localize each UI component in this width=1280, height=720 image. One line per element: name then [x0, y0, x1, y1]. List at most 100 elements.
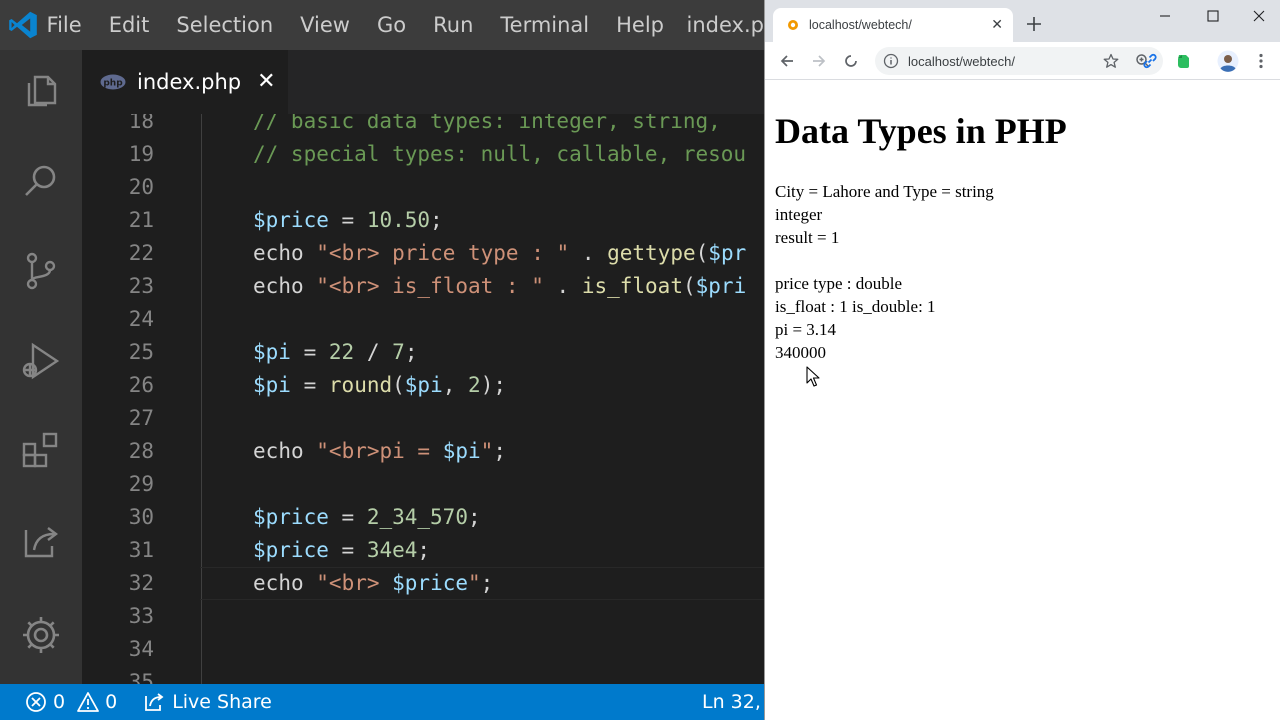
cursor-position[interactable]: Ln 32, C — [702, 684, 764, 720]
explorer-icon[interactable] — [16, 66, 66, 116]
code-text: // basic data types: integer, string, — [253, 114, 734, 133]
code-line[interactable]: 29 — [82, 468, 764, 501]
browser-tab-title: localhost/webtech/ — [809, 18, 912, 32]
code-line[interactable]: 26 $pi = round($pi, 2); — [82, 369, 764, 402]
line-number: 33 — [128, 604, 154, 628]
menu-item[interactable]: Run — [420, 0, 487, 50]
code-editor[interactable]: 18// basic data types: integer, string, … — [82, 114, 764, 684]
window-close-icon[interactable] — [1249, 6, 1269, 26]
menu-item[interactable]: File — [47, 0, 96, 50]
code-text: echo "<br> price type : " . gettype($pr — [253, 241, 747, 265]
line-number: 22 — [128, 241, 154, 265]
code-text: $price = 10.50; — [253, 208, 443, 232]
tab-index-php[interactable]: php index.php ✕ — [82, 50, 288, 114]
browser-window: localhost/webtech/ ✕ localhost/webtech/ … — [764, 0, 1280, 720]
browser-tab-close-icon[interactable]: ✕ — [991, 18, 1003, 32]
line-number: 30 — [128, 505, 154, 529]
menu-item[interactable]: Terminal — [487, 0, 603, 50]
php-file-icon: php — [100, 74, 126, 90]
evernote-extension-icon[interactable] — [1173, 51, 1193, 71]
live-share-button[interactable]: Live Share — [143, 684, 272, 720]
settings-gear-icon[interactable] — [16, 610, 66, 660]
title-bar: File Edit Selection View Go Run Terminal Help i… — [0, 0, 764, 50]
loading-stop-icon[interactable] — [841, 51, 861, 71]
menu-item[interactable]: Help — [603, 0, 678, 50]
code-line[interactable]: 25 $pi = 22 / 7; — [82, 336, 764, 369]
search-icon[interactable] — [16, 156, 66, 206]
line-number: 21 — [128, 208, 154, 232]
line-number: 28 — [128, 439, 154, 463]
menu-item[interactable]: Selection — [163, 0, 287, 50]
menu-item[interactable]: View — [287, 0, 364, 50]
editor-tab-bar: php index.php ✕ — [82, 50, 764, 114]
activity-bar — [0, 50, 82, 684]
line-number: 25 — [128, 340, 154, 364]
line-number: 29 — [128, 472, 154, 496]
maximize-icon[interactable] — [1203, 6, 1223, 26]
code-line[interactable]: 18 // basic data types: integer, string, — [82, 114, 764, 138]
code-text: $price = 34e4; — [253, 538, 431, 562]
code-text: echo "<br> is_float : " . is_float($pri — [253, 274, 747, 298]
code-line[interactable]: 27 — [82, 402, 764, 435]
code-line[interactable]: 35 — [82, 666, 764, 684]
output-line: result = 1 — [775, 228, 840, 247]
kebab-menu-icon[interactable] — [1251, 51, 1271, 71]
line-number: 23 — [128, 274, 154, 298]
menu-item[interactable]: Go — [363, 0, 419, 50]
line-number: 26 — [128, 373, 154, 397]
problems-indicator[interactable]: 0 0 — [25, 684, 117, 720]
back-arrow-icon[interactable] — [777, 51, 797, 71]
code-line[interactable]: 32 echo "<br> $price"; — [82, 567, 764, 600]
code-line[interactable]: 20 — [82, 171, 764, 204]
output-line: integer — [775, 205, 823, 224]
code-line[interactable]: 21 $price = 10.50; — [82, 204, 764, 237]
run-debug-icon[interactable] — [16, 336, 66, 386]
php-icon-text: php — [103, 79, 123, 89]
code-text: $pi = round($pi, 2); — [253, 373, 506, 397]
output-line: is_float : 1 is_double: 1 — [775, 297, 936, 316]
link-extension-icon[interactable] — [1140, 51, 1160, 71]
line-number: 35 — [128, 670, 154, 684]
code-line[interactable]: 19 // special types: null, callable, reso… — [82, 138, 764, 171]
code-line[interactable]: 30 $price = 2_34_570; — [82, 501, 764, 534]
tab-close-icon[interactable]: ✕ — [257, 71, 275, 93]
window-title: index.p — [686, 13, 764, 37]
live-share-icon[interactable] — [16, 516, 66, 566]
vscode-window: File Edit Selection View Go Run Terminal Help i… — [0, 0, 764, 720]
line-number: 18 — [128, 114, 154, 133]
line-number: 24 — [128, 307, 154, 331]
code-line[interactable]: 28 echo "<br>pi = $pi"; — [82, 435, 764, 468]
tab-label: index.php — [137, 70, 242, 94]
line-number: 32 — [128, 571, 154, 595]
tab-favicon-icon — [788, 20, 798, 30]
browser-tab[interactable]: localhost/webtech/ ✕ — [773, 8, 1013, 42]
forward-arrow-icon[interactable] — [809, 51, 829, 71]
live-share-label: Live Share — [172, 691, 272, 713]
code-line[interactable]: 22 echo "<br> price type : " . gettype($p… — [82, 237, 764, 270]
source-control-icon[interactable] — [16, 246, 66, 296]
minimize-icon[interactable] — [1155, 6, 1175, 26]
page-heading: Data Types in PHP — [775, 111, 1067, 151]
mouse-cursor-icon — [806, 366, 820, 387]
output-line: 340000 — [775, 343, 826, 362]
extensions-icon[interactable] — [16, 426, 66, 476]
code-line[interactable]: 34 — [82, 633, 764, 666]
bookmark-star-icon[interactable] — [1101, 51, 1121, 71]
output-line: pi = 3.14 — [775, 320, 837, 339]
new-tab-icon[interactable] — [1025, 15, 1043, 33]
line-number: 31 — [128, 538, 154, 562]
line-number: 34 — [128, 637, 154, 661]
code-line[interactable]: 33 — [82, 600, 764, 633]
code-line[interactable]: 24 — [82, 303, 764, 336]
site-info-icon[interactable] — [883, 53, 899, 69]
vscode-logo-icon — [0, 0, 47, 50]
code-line[interactable]: 31 $price = 34e4; — [82, 534, 764, 567]
live-share-status-icon — [145, 693, 164, 711]
warning-icon — [77, 692, 99, 712]
output-line: price type : double — [775, 274, 902, 293]
code-line[interactable]: 23 echo "<br> is_float : " . is_float($pr… — [82, 270, 764, 303]
profile-avatar[interactable] — [1217, 50, 1239, 72]
code-text: echo "<br> $price"; — [253, 571, 494, 595]
menu-item[interactable]: Edit — [95, 0, 163, 50]
error-icon — [26, 692, 46, 712]
